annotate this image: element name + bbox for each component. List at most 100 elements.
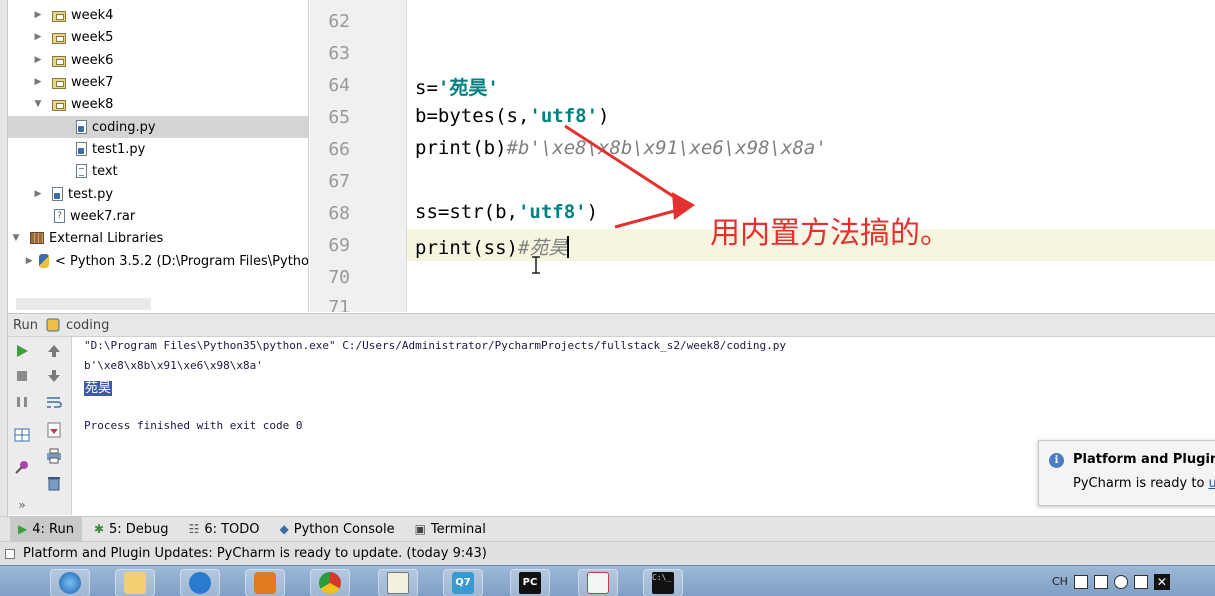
layout-icon: [14, 428, 30, 442]
folder-icon: [52, 32, 66, 44]
help-icon[interactable]: [1113, 574, 1128, 589]
soft-wrap-button[interactable]: [44, 392, 64, 412]
notification-title: Platform and Plugin U: [1073, 452, 1215, 467]
tree-item-week5[interactable]: ▶ week5: [8, 26, 308, 48]
trash-icon: [48, 477, 60, 491]
code-editor[interactable]: 62 63 64 65 66 67 68 69 70 71 s='苑昊' b=b…: [310, 0, 1215, 312]
media-icon: [254, 572, 276, 594]
tree-item-week4[interactable]: ▶ week4: [8, 4, 308, 26]
tool-window-tabs: ▶ 4: Run ✱ 5: Debug ☷ 6: TODO ◆ Python C…: [0, 516, 1215, 542]
tab-run[interactable]: ▶ 4: Run: [10, 516, 82, 542]
tree-item-coding-py[interactable]: coding.py: [8, 116, 308, 138]
tree-item-python-sdk[interactable]: ▶ < Python 3.5.2 (D:\Program Files\Pytho: [8, 250, 309, 272]
run-toolbar: »: [8, 337, 72, 515]
tree-item-label: week8: [71, 96, 114, 112]
expand-arrow-icon[interactable]: ▶: [32, 189, 44, 199]
tab-debug[interactable]: ✱ 5: Debug: [86, 517, 177, 542]
status-bar: Platform and Plugin Updates: PyCharm is …: [0, 541, 1215, 565]
tree-item-test1-py[interactable]: test1.py: [8, 138, 308, 160]
scroll-end-icon: [47, 422, 61, 438]
taskbar-explorer[interactable]: [115, 569, 155, 596]
tree-item-week8[interactable]: ▼ week8: [8, 93, 308, 115]
debug-icon: ✱: [93, 522, 105, 536]
print-button[interactable]: [44, 446, 64, 466]
tab-todo[interactable]: ☷ 6: TODO: [181, 517, 268, 542]
python-sdk-icon: [39, 254, 50, 268]
down-arrow-icon: [48, 370, 60, 382]
tree-item-label: < Python 3.5.2 (D:\Program Files\Pytho: [55, 253, 309, 269]
status-message[interactable]: Platform and Plugin Updates: PyCharm is …: [23, 546, 487, 561]
annotation-text: 用内置方法搞的。: [710, 216, 950, 251]
tab-label: Terminal: [430, 521, 486, 537]
tree-item-label: week7: [71, 74, 114, 90]
python-run-config-icon: [46, 318, 60, 332]
folder-icon: [52, 55, 66, 67]
taskbar-pycharm[interactable]: PC: [510, 569, 550, 596]
library-icon: [30, 232, 44, 244]
input-language-indicator[interactable]: CH: [1052, 575, 1068, 588]
expand-arrow-icon[interactable]: ▶: [32, 32, 44, 42]
run-config-name[interactable]: coding: [66, 318, 109, 333]
taskbar-browser[interactable]: [180, 569, 220, 596]
scroll-up-button[interactable]: [44, 341, 64, 361]
tree-item-external-libraries[interactable]: ▼ External Libraries: [8, 227, 308, 249]
taskbar-ie[interactable]: [50, 569, 90, 596]
tree-item-label: week6: [71, 52, 114, 68]
up-arrow-icon: [48, 345, 60, 357]
stop-icon: [17, 371, 27, 381]
settings-icon[interactable]: [1133, 574, 1148, 589]
tree-item-week6[interactable]: ▶ week6: [8, 49, 308, 71]
tab-label: 5: Debug: [109, 521, 169, 537]
stop-button[interactable]: [12, 366, 32, 386]
expand-arrow-icon[interactable]: ▶: [32, 77, 44, 87]
taskbar-paint[interactable]: [578, 569, 618, 596]
update-notification[interactable]: i Platform and Plugin U PyCharm is ready…: [1038, 440, 1215, 506]
folder-icon: [52, 99, 66, 111]
scroll-down-button[interactable]: [44, 366, 64, 386]
tool-windows-icon[interactable]: [5, 548, 15, 559]
cmd-icon: C:\_: [652, 572, 674, 594]
tab-terminal[interactable]: ▣ Terminal: [407, 517, 494, 542]
tree-item-label: text: [92, 163, 118, 179]
expand-arrow-icon[interactable]: ▶: [32, 10, 44, 20]
console-bytes-output: b'\xe8\x8b\x91\xe6\x98\x8a': [84, 359, 263, 372]
taskbar-notepad[interactable]: [378, 569, 418, 596]
tree-item-week7-rar[interactable]: ? week7.rar: [8, 205, 308, 227]
keyboard-icon[interactable]: [1093, 574, 1108, 589]
expand-arrow-icon[interactable]: ▶: [25, 256, 33, 266]
tree-item-label: week5: [71, 29, 114, 45]
more-actions-button[interactable]: »: [12, 495, 32, 515]
update-link[interactable]: up: [1209, 476, 1215, 491]
collapse-arrow-icon[interactable]: ▼: [32, 99, 44, 109]
explorer-icon: [124, 572, 146, 594]
selected-text: 苑昊: [84, 381, 113, 396]
tree-item-week7[interactable]: ▶ week7: [8, 71, 308, 93]
scroll-to-end-button[interactable]: [44, 420, 64, 440]
console-str-output: 苑昊: [84, 377, 113, 396]
horizontal-scrollbar[interactable]: [16, 298, 151, 310]
tree-item-label: week4: [71, 7, 114, 23]
left-tool-strip: [0, 0, 8, 570]
tree-item-test-py[interactable]: ▶ test.py: [8, 183, 308, 205]
taskbar-qq[interactable]: Q7: [443, 569, 483, 596]
collapse-arrow-icon[interactable]: ▼: [10, 233, 22, 243]
tree-item-text[interactable]: text: [8, 160, 308, 182]
tree-item-label: test1.py: [92, 141, 146, 157]
notepad-icon: [387, 572, 409, 594]
taskbar-media[interactable]: [245, 569, 285, 596]
tab-python-console[interactable]: ◆ Python Console: [272, 517, 403, 542]
clear-all-button[interactable]: [44, 473, 64, 493]
info-icon: i: [1049, 453, 1064, 468]
rerun-button[interactable]: [12, 341, 32, 361]
annotation-arrow: [564, 124, 695, 229]
python-file-icon: [52, 187, 63, 201]
ime-icon[interactable]: [1073, 574, 1088, 589]
taskbar-chrome[interactable]: [310, 569, 350, 596]
expand-arrow-icon[interactable]: ▶: [32, 55, 44, 65]
console-command-line: "D:\Program Files\Python35\python.exe" C…: [84, 339, 786, 352]
pause-button[interactable]: [12, 392, 32, 412]
restore-layout-button[interactable]: [12, 425, 32, 445]
taskbar-cmd[interactable]: C:\_: [643, 569, 683, 596]
close-icon[interactable]: ✕: [1153, 573, 1170, 590]
pin-tab-button[interactable]: [12, 457, 32, 477]
